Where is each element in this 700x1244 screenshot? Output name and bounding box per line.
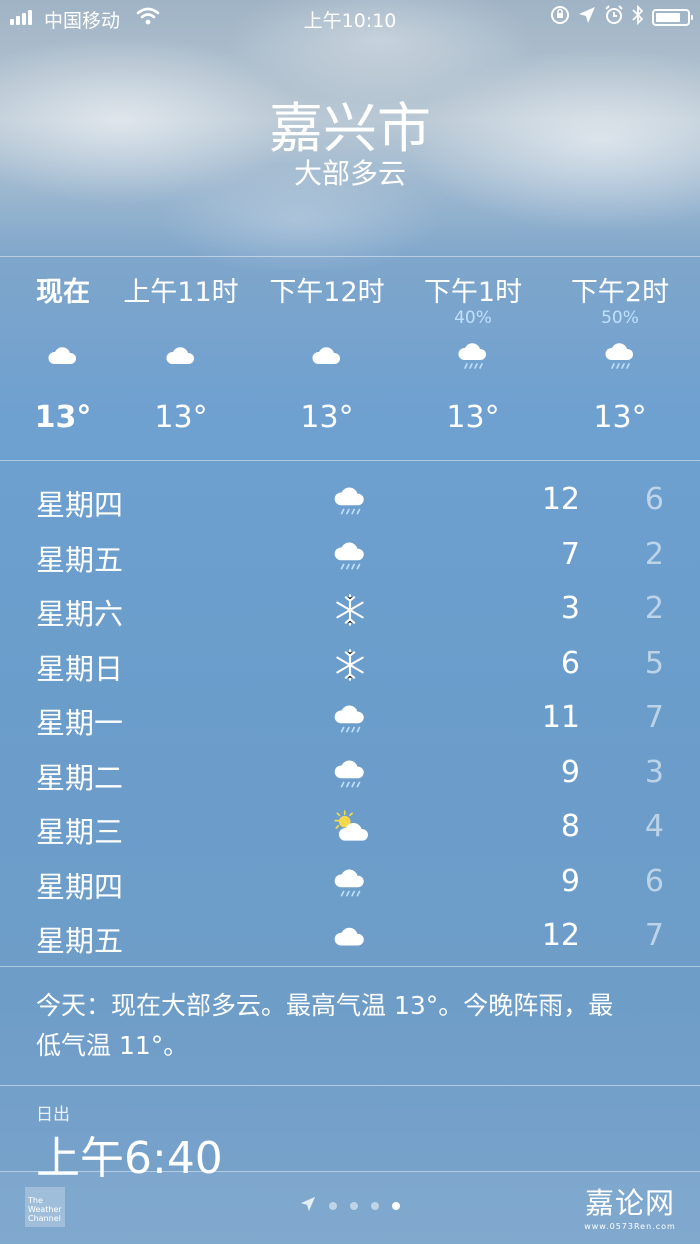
today-summary: 今天：现在大部多云。最高气温 13°。今晚阵雨，最低气温 11°。 (36, 991, 614, 1060)
daily-row: 星期二 9 3 (0, 747, 700, 802)
daily-row: 星期日 6 5 (0, 638, 700, 693)
cloud-rain-icon (455, 338, 491, 374)
day-name: 星期五 (36, 542, 124, 577)
page-dot[interactable] (329, 1202, 337, 1210)
day-name: 星期三 (36, 815, 124, 849)
day-name: 星期一 (36, 706, 124, 740)
day-name: 星期六 (36, 597, 124, 631)
hour-temperature: 13° (300, 400, 354, 435)
day-low-temp: 2 (644, 536, 664, 572)
cloud-rain-icon (330, 537, 370, 575)
hourly-forecast[interactable]: 现在 13° 上午11时 13° 下午12时 13° 下午1时 40% 13° (0, 256, 700, 460)
day-low-temp: 7 (644, 918, 664, 953)
current-condition: 大部多云 (293, 157, 406, 190)
hour-temperature: 13° (593, 400, 647, 435)
day-high-temp: 12 (541, 918, 580, 953)
cloud-rain-icon (330, 755, 370, 793)
weather-channel-logo[interactable]: The Weather Channel (25, 1187, 65, 1227)
day-name: 星期四 (36, 869, 124, 904)
cloud-icon (163, 338, 199, 374)
daily-forecast[interactable]: 星期四 12 6 星期五 7 2 星期六 3 2 星期日 6 5 星期一 11 (0, 474, 700, 965)
page-dot[interactable] (350, 1202, 358, 1210)
hour-label: 下午2时 (570, 277, 670, 308)
hour-label: 下午12时 (269, 277, 385, 308)
watermark-text: 嘉论网 (584, 1186, 675, 1220)
day-low-temp: 7 (644, 700, 664, 735)
day-high-temp: 9 (560, 863, 580, 899)
hour-label: 下午1时 (423, 277, 523, 308)
daily-row: 星期六 3 2 (0, 583, 700, 638)
hour-label: 上午11时 (123, 277, 239, 308)
cloud-icon (45, 338, 81, 374)
cloud-rain-icon (602, 338, 638, 374)
day-high-temp: 9 (560, 754, 580, 790)
day-high-temp: 6 (560, 645, 580, 681)
page-dot-active[interactable] (392, 1202, 400, 1210)
divider (0, 966, 700, 967)
daily-row: 星期三 8 4 (0, 801, 700, 856)
day-low-temp: 6 (644, 863, 664, 899)
daily-row: 星期四 9 6 (0, 856, 700, 911)
alarm-icon (604, 5, 624, 30)
watermark-url: www.0573Ren.com (584, 1222, 676, 1231)
day-low-temp: 6 (644, 482, 664, 517)
cloud-rain-icon (330, 482, 370, 520)
snowflake-icon (330, 646, 370, 684)
cloud-icon (309, 338, 345, 374)
snowflake-icon (330, 591, 370, 629)
divider (0, 1085, 700, 1086)
day-high-temp: 8 (560, 809, 580, 844)
day-high-temp: 7 (560, 536, 580, 572)
day-name: 星期四 (36, 488, 124, 522)
divider (0, 460, 700, 461)
hour-temperature: 13° (154, 400, 208, 435)
day-low-temp: 2 (644, 591, 664, 626)
day-low-temp: 4 (644, 809, 664, 844)
day-low-temp: 5 (644, 645, 664, 681)
day-high-temp: 11 (541, 700, 580, 735)
battery-icon (652, 9, 693, 26)
page-dot[interactable] (371, 1202, 379, 1210)
day-name: 星期二 (36, 760, 124, 795)
daily-row: 星期五 7 2 (0, 529, 700, 584)
cloud-rain-icon (330, 864, 370, 902)
day-name: 星期五 (36, 924, 124, 958)
day-name: 星期日 (36, 651, 124, 686)
partly-sunny-icon (330, 809, 370, 847)
site-watermark: 嘉论网 www.0573Ren.com (578, 1180, 682, 1231)
status-bar: 中国移动 上午10:10 (0, 0, 700, 36)
day-high-temp: 12 (541, 482, 580, 517)
bluetooth-icon (632, 4, 644, 30)
cloud-rain-icon (330, 700, 370, 738)
orientation-lock-icon (550, 5, 570, 30)
page-control[interactable] (300, 1196, 400, 1216)
precip-probability: 40% (454, 308, 492, 328)
day-high-temp: 3 (560, 591, 580, 626)
daily-row: 星期四 12 6 (0, 474, 700, 529)
location-arrow-icon (578, 6, 596, 29)
precip-probability: 50% (601, 308, 639, 328)
location-arrow-icon (300, 1196, 316, 1216)
day-low-temp: 3 (644, 754, 664, 790)
hour-temperature: 13° (446, 400, 500, 435)
cloud-icon (330, 918, 370, 956)
daily-row: 星期一 11 7 (0, 692, 700, 747)
daily-row: 星期五 12 7 (0, 910, 700, 965)
